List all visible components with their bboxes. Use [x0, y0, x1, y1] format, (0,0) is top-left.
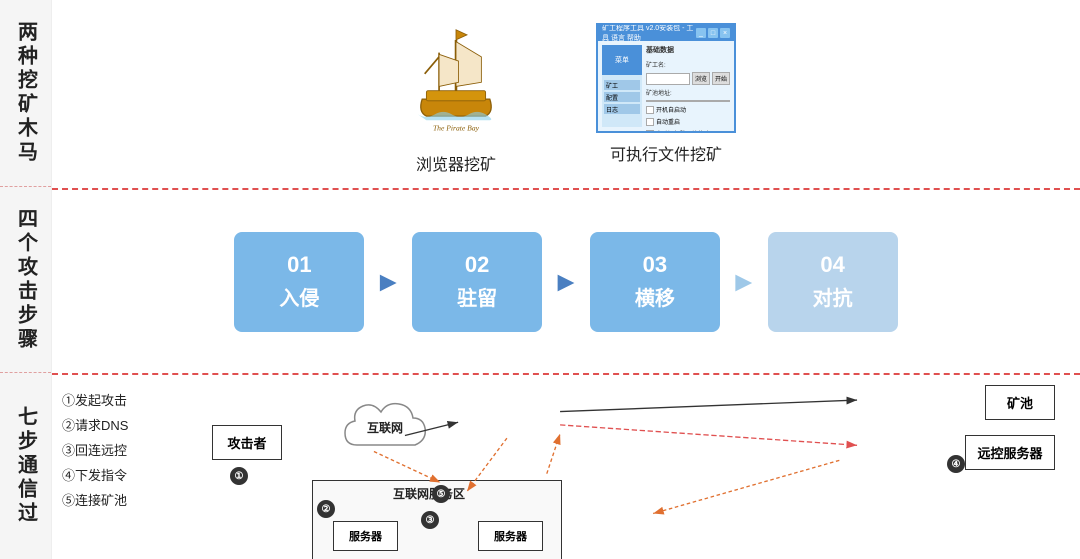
- step-number-4: 04: [820, 252, 844, 278]
- section-seven-steps: ①发起攻击 ②请求DNS ③回连远控 ④下发指令 ⑤连接矿池 矿池 远控服务器 …: [52, 375, 1080, 559]
- step-name-3: 横移: [635, 282, 675, 311]
- sidebar-label-3: 七步通信过: [16, 406, 36, 526]
- step-box-3: 03 横移: [590, 232, 720, 332]
- sidebar-section-2: 四个攻击步骤: [0, 187, 51, 374]
- minimize-btn: _: [696, 28, 706, 38]
- exe-left-panel: 菜单 矿工 配置 日志: [602, 45, 642, 127]
- arrow-1-2: ►: [374, 266, 402, 298]
- num-circle-1: ①: [230, 467, 248, 485]
- step-item-4: ④下发指令: [62, 465, 182, 484]
- step-name-2: 驻留: [457, 282, 497, 311]
- section-two-types: The Pirate Bay 浏览器挖矿 矿工程序工具 v2.0安装包 - 工具…: [52, 0, 1080, 190]
- step-box-2: 02 驻留: [412, 232, 542, 332]
- step-box-4: 04 对抗: [768, 232, 898, 332]
- minepool-label: 矿池: [1007, 393, 1033, 412]
- num-circle-4: ④: [947, 455, 965, 473]
- svg-text:The Pirate Bay: The Pirate Bay: [433, 123, 480, 132]
- pirate-ship-svg: The Pirate Bay: [401, 23, 511, 133]
- sidebar-label-1: 两种挖矿木马: [16, 21, 36, 165]
- step-item-1: ①发起攻击: [62, 390, 182, 409]
- arrow-2-3: ►: [552, 266, 580, 298]
- server2-box: 服务器: [478, 521, 543, 551]
- browser-mining-label: 浏览器挖矿: [416, 151, 496, 175]
- sidebar-section-3: 七步通信过: [0, 373, 51, 559]
- step-number-1: 01: [287, 252, 311, 278]
- step-number-2: 02: [465, 252, 489, 278]
- sidebar-label-2: 四个攻击步骤: [16, 208, 36, 352]
- section-four-steps: 01 入侵 ► 02 驻留 ► 03 横移 ► 04 对抗: [52, 190, 1080, 375]
- server2-label: 服务器: [494, 528, 527, 544]
- remote-ctrl-box: 远控服务器: [965, 435, 1055, 470]
- exe-title-text: 矿工程序工具 v2.0安装包 - 工具 语言 帮助: [602, 23, 694, 43]
- network-diagram: 矿池 远控服务器 攻击者 ① 互联网 互联网服务区 服务: [202, 385, 1060, 549]
- browser-mining-item: The Pirate Bay 浏览器挖矿: [396, 13, 516, 175]
- minepool-box: 矿池: [985, 385, 1055, 420]
- server1-label: 服务器: [349, 528, 382, 544]
- step-item-3: ③回连远控: [62, 440, 182, 459]
- pirate-bay-logo: The Pirate Bay: [396, 13, 516, 143]
- svg-text:互联网: 互联网: [367, 421, 403, 435]
- arrow-3-4: ►: [730, 266, 758, 298]
- step-name-4: 对抗: [813, 282, 853, 311]
- server1-box: 服务器: [333, 521, 398, 551]
- exe-mining-item: 矿工程序工具 v2.0安装包 - 工具 语言 帮助 _ □ × 菜单 矿工 配置…: [596, 23, 736, 165]
- close-btn: ×: [720, 28, 730, 38]
- exe-title-bar: 矿工程序工具 v2.0安装包 - 工具 语言 帮助 _ □ ×: [598, 25, 734, 41]
- step-number-3: 03: [643, 252, 667, 278]
- sidebar-section-1: 两种挖矿木马: [0, 0, 51, 187]
- exe-right-panel: 基础数据 矿工名: 浏览 开始 矿池地址: 开机自启动: [646, 45, 730, 127]
- sidebar: 两种挖矿木马 四个攻击步骤 七步通信过: [0, 0, 52, 559]
- exe-mining-label: 可执行文件挖矿: [610, 141, 722, 165]
- num-circle-3: ③: [421, 511, 439, 529]
- exe-body: 菜单 矿工 配置 日志 基础数据 矿工名: 浏览: [598, 41, 734, 131]
- attacker-label: 攻击者: [227, 433, 266, 452]
- num-circle-2: ②: [317, 500, 335, 518]
- internet-cloud: 互联网: [337, 390, 457, 470]
- remote-ctrl-label: 远控服务器: [977, 443, 1042, 462]
- main-content: The Pirate Bay 浏览器挖矿 矿工程序工具 v2.0安装包 - 工具…: [52, 0, 1080, 559]
- step-item-5: ⑤连接矿池: [62, 490, 182, 509]
- step-box-1: 01 入侵: [234, 232, 364, 332]
- internet-zone-label: 互联网服务区: [393, 485, 465, 502]
- num-circle-5: ⑤: [432, 485, 450, 503]
- exe-screenshot: 矿工程序工具 v2.0安装包 - 工具 语言 帮助 _ □ × 菜单 矿工 配置…: [596, 23, 736, 133]
- step-item-2: ②请求DNS: [62, 415, 182, 434]
- maximize-btn: □: [708, 28, 718, 38]
- steps-list: ①发起攻击 ②请求DNS ③回连远控 ④下发指令 ⑤连接矿池: [62, 385, 182, 549]
- step-name-1: 入侵: [279, 282, 319, 311]
- attacker-box: 攻击者: [212, 425, 282, 460]
